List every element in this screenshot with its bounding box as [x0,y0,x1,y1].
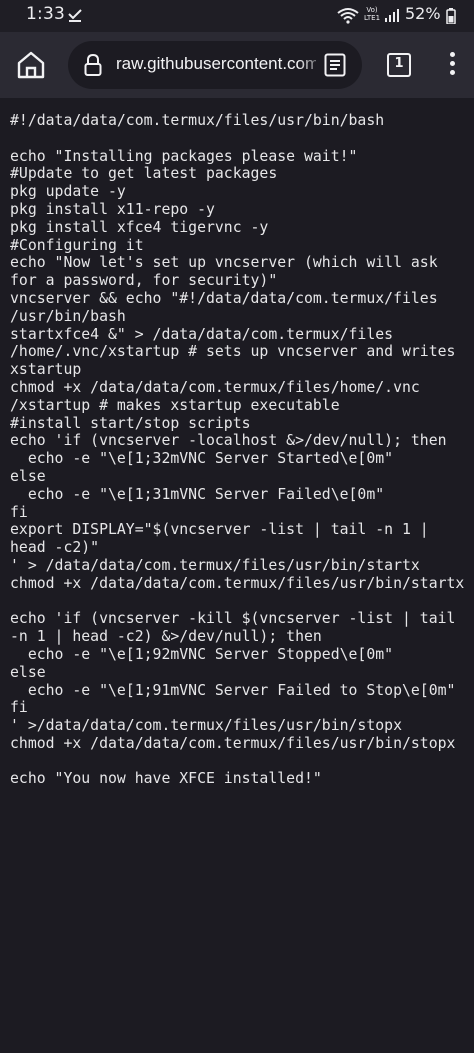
code-line: echo -e "\e[1;92mVNC Server Stopped\e[0m… [10,645,394,663]
code-line: ' > /data/data/com.termux/files/usr/bin/… [10,556,420,574]
status-time: 1:33 [26,4,65,24]
code-line: echo 'if (vncserver -kill $(vncserver -l… [10,610,456,628]
signal-icon [385,9,399,22]
home-icon[interactable] [14,48,48,82]
code-line: echo "You now have XFCE installed!" [10,770,322,788]
code-line: else [10,467,46,485]
code-line: echo -e "\e[1;31mVNC Server Failed\e[0m" [10,485,385,503]
tab-count[interactable]: 1 [389,56,409,71]
code-line: fi [10,699,28,717]
battery-icon [446,8,456,24]
page-content: #!/data/data/com.termux/files/usr/bin/ba… [0,98,474,1053]
code-line: head -c2)" [10,539,100,557]
code-line: echo -e "\e[1;91mVNC Server Failed to St… [10,681,456,699]
code-line: startxfce4 &" > /data/data/com.termux/fi… [10,325,394,343]
code-line: /xstartup # makes xstartup executable [10,396,340,414]
check-icon [68,9,82,22]
code-line: chmod +x /data/data/com.termux/files/hom… [10,378,420,396]
code-line: echo 'if (vncserver -localhost &>/dev/nu… [10,432,447,450]
code-line: #Update to get latest packages [10,165,278,183]
code-line: ' >/data/data/com.termux/files/usr/bin/s… [10,717,402,735]
code-line: /usr/bin/bash [10,307,126,325]
code-line: chmod +x /data/data/com.termux/files/usr… [10,734,456,752]
status-bar: 1:33 Vo) LTE1 52% [0,0,474,32]
code-line: pkg install xfce4 tigervnc -y [10,218,269,236]
code-line: pkg install x11-repo -y [10,200,215,218]
network-label: Vo) LTE1 [363,6,381,22]
code-line: #!/data/data/com.termux/files/usr/bin/ba… [10,112,385,129]
code-line: fi [10,503,28,521]
lock-icon[interactable] [84,54,102,76]
code-line: echo -e "\e[1;32mVNC Server Started\e[0m… [10,450,394,468]
wifi-icon [337,8,359,24]
browser-toolbar: raw.githubusercontent.com 1 [0,32,474,98]
url-text[interactable]: raw.githubusercontent.com [116,54,316,74]
code-line: /home/.vnc/xstartup # sets up vncserver … [10,343,456,361]
code-line: xstartup [10,361,82,379]
code-line: chmod +x /data/data/com.termux/files/usr… [10,574,465,592]
code-line: else [10,663,46,681]
overflow-menu-icon[interactable] [448,52,456,78]
code-line: pkg update -y [10,183,126,201]
code-line: #install start/stop scripts [10,414,251,432]
code-line: echo "Installing packages please wait!" [10,147,358,165]
raw-file-text: #!/data/data/com.termux/files/usr/bin/ba… [10,112,472,788]
code-line: vncserver && echo "#!/data/data/com.term… [10,289,438,307]
url-bar[interactable]: raw.githubusercontent.com [68,41,362,89]
code-line: export DISPLAY="$(vncserver -list | tail… [10,521,429,539]
code-line: #Configuring it [10,236,144,254]
tabs-icon[interactable]: 1 [387,53,411,77]
reader-mode-icon[interactable] [324,53,346,77]
code-line: echo "Now let's set up vncserver (which … [10,254,438,272]
battery-percent: 52% [405,4,441,23]
code-line: for a password, for security)" [10,272,278,290]
code-line: -n 1 | head -c2) &>/dev/null); then [10,628,322,646]
